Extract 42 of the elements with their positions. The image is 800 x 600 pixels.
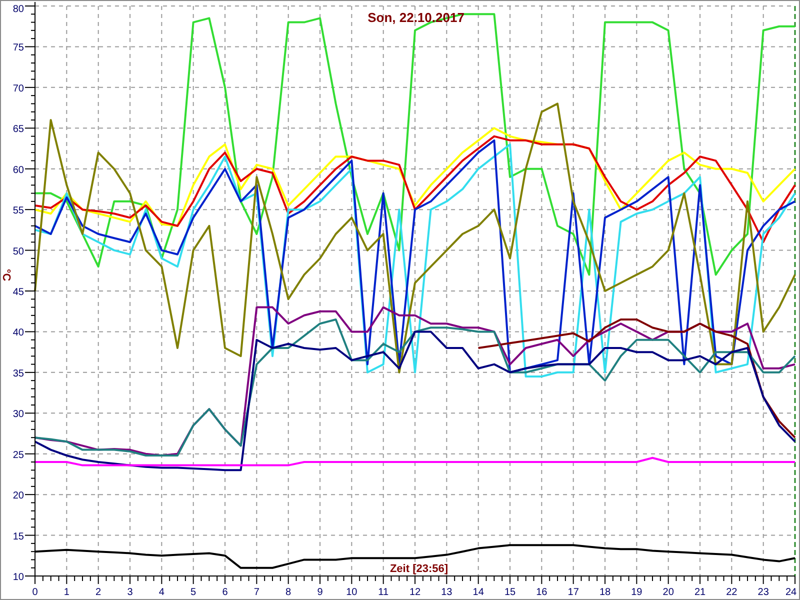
x-tick-label: 19 <box>631 587 642 598</box>
y-tick-label: 75 <box>12 42 24 54</box>
x-tick-label: 10 <box>346 587 358 598</box>
x-tick-label: 5 <box>190 587 196 598</box>
x-tick-label: 14 <box>472 587 484 598</box>
x-tick-label: 3 <box>127 587 133 598</box>
y-axis-title: °C <box>1 268 12 282</box>
y-tick-label: 60 <box>12 164 24 176</box>
x-tick-label: 23 <box>758 587 769 598</box>
x-tick-label: 20 <box>662 587 674 598</box>
x-tick-label: 1 <box>64 587 70 598</box>
x-tick-label: 7 <box>254 587 260 598</box>
x-tick-label: 9 <box>317 587 323 598</box>
y-tick-label: 55 <box>12 206 24 217</box>
x-tick-label: 17 <box>568 587 579 598</box>
x-tick-label: 0 <box>32 587 38 598</box>
x-tick-label: 12 <box>409 587 421 598</box>
y-tick-label: 35 <box>12 368 24 380</box>
y-tick-label: 10 <box>12 572 24 583</box>
x-tick-label: 22 <box>726 587 738 598</box>
x-tick-label: 6 <box>222 587 228 598</box>
y-tick-label: 40 <box>12 328 24 339</box>
y-tick-label: 65 <box>12 124 24 136</box>
x-tick-label: 24 <box>785 587 797 598</box>
y-tick-label: 15 <box>12 531 24 542</box>
y-tick-label: 80 <box>12 4 24 15</box>
x-tick-label: 8 <box>286 587 292 598</box>
x-tick-label: 21 <box>694 587 706 598</box>
y-tick-label: 30 <box>12 409 24 420</box>
x-tick-label: 11 <box>378 587 389 598</box>
x-tick-label: 16 <box>536 587 548 598</box>
y-tick-label: 45 <box>12 287 24 298</box>
x-tick-label: 15 <box>504 587 516 598</box>
y-tick-label: 20 <box>12 490 24 502</box>
x-tick-label: 4 <box>158 587 164 598</box>
x-tick-label: 18 <box>599 587 611 598</box>
y-tick-label: 50 <box>12 246 24 258</box>
x-tick-label: 13 <box>441 587 452 598</box>
y-tick-label: 25 <box>12 450 24 461</box>
x-axis-title: Zeit [23:56] <box>390 563 448 575</box>
y-tick-label: 70 <box>12 83 24 94</box>
x-tick-label: 2 <box>96 587 102 598</box>
